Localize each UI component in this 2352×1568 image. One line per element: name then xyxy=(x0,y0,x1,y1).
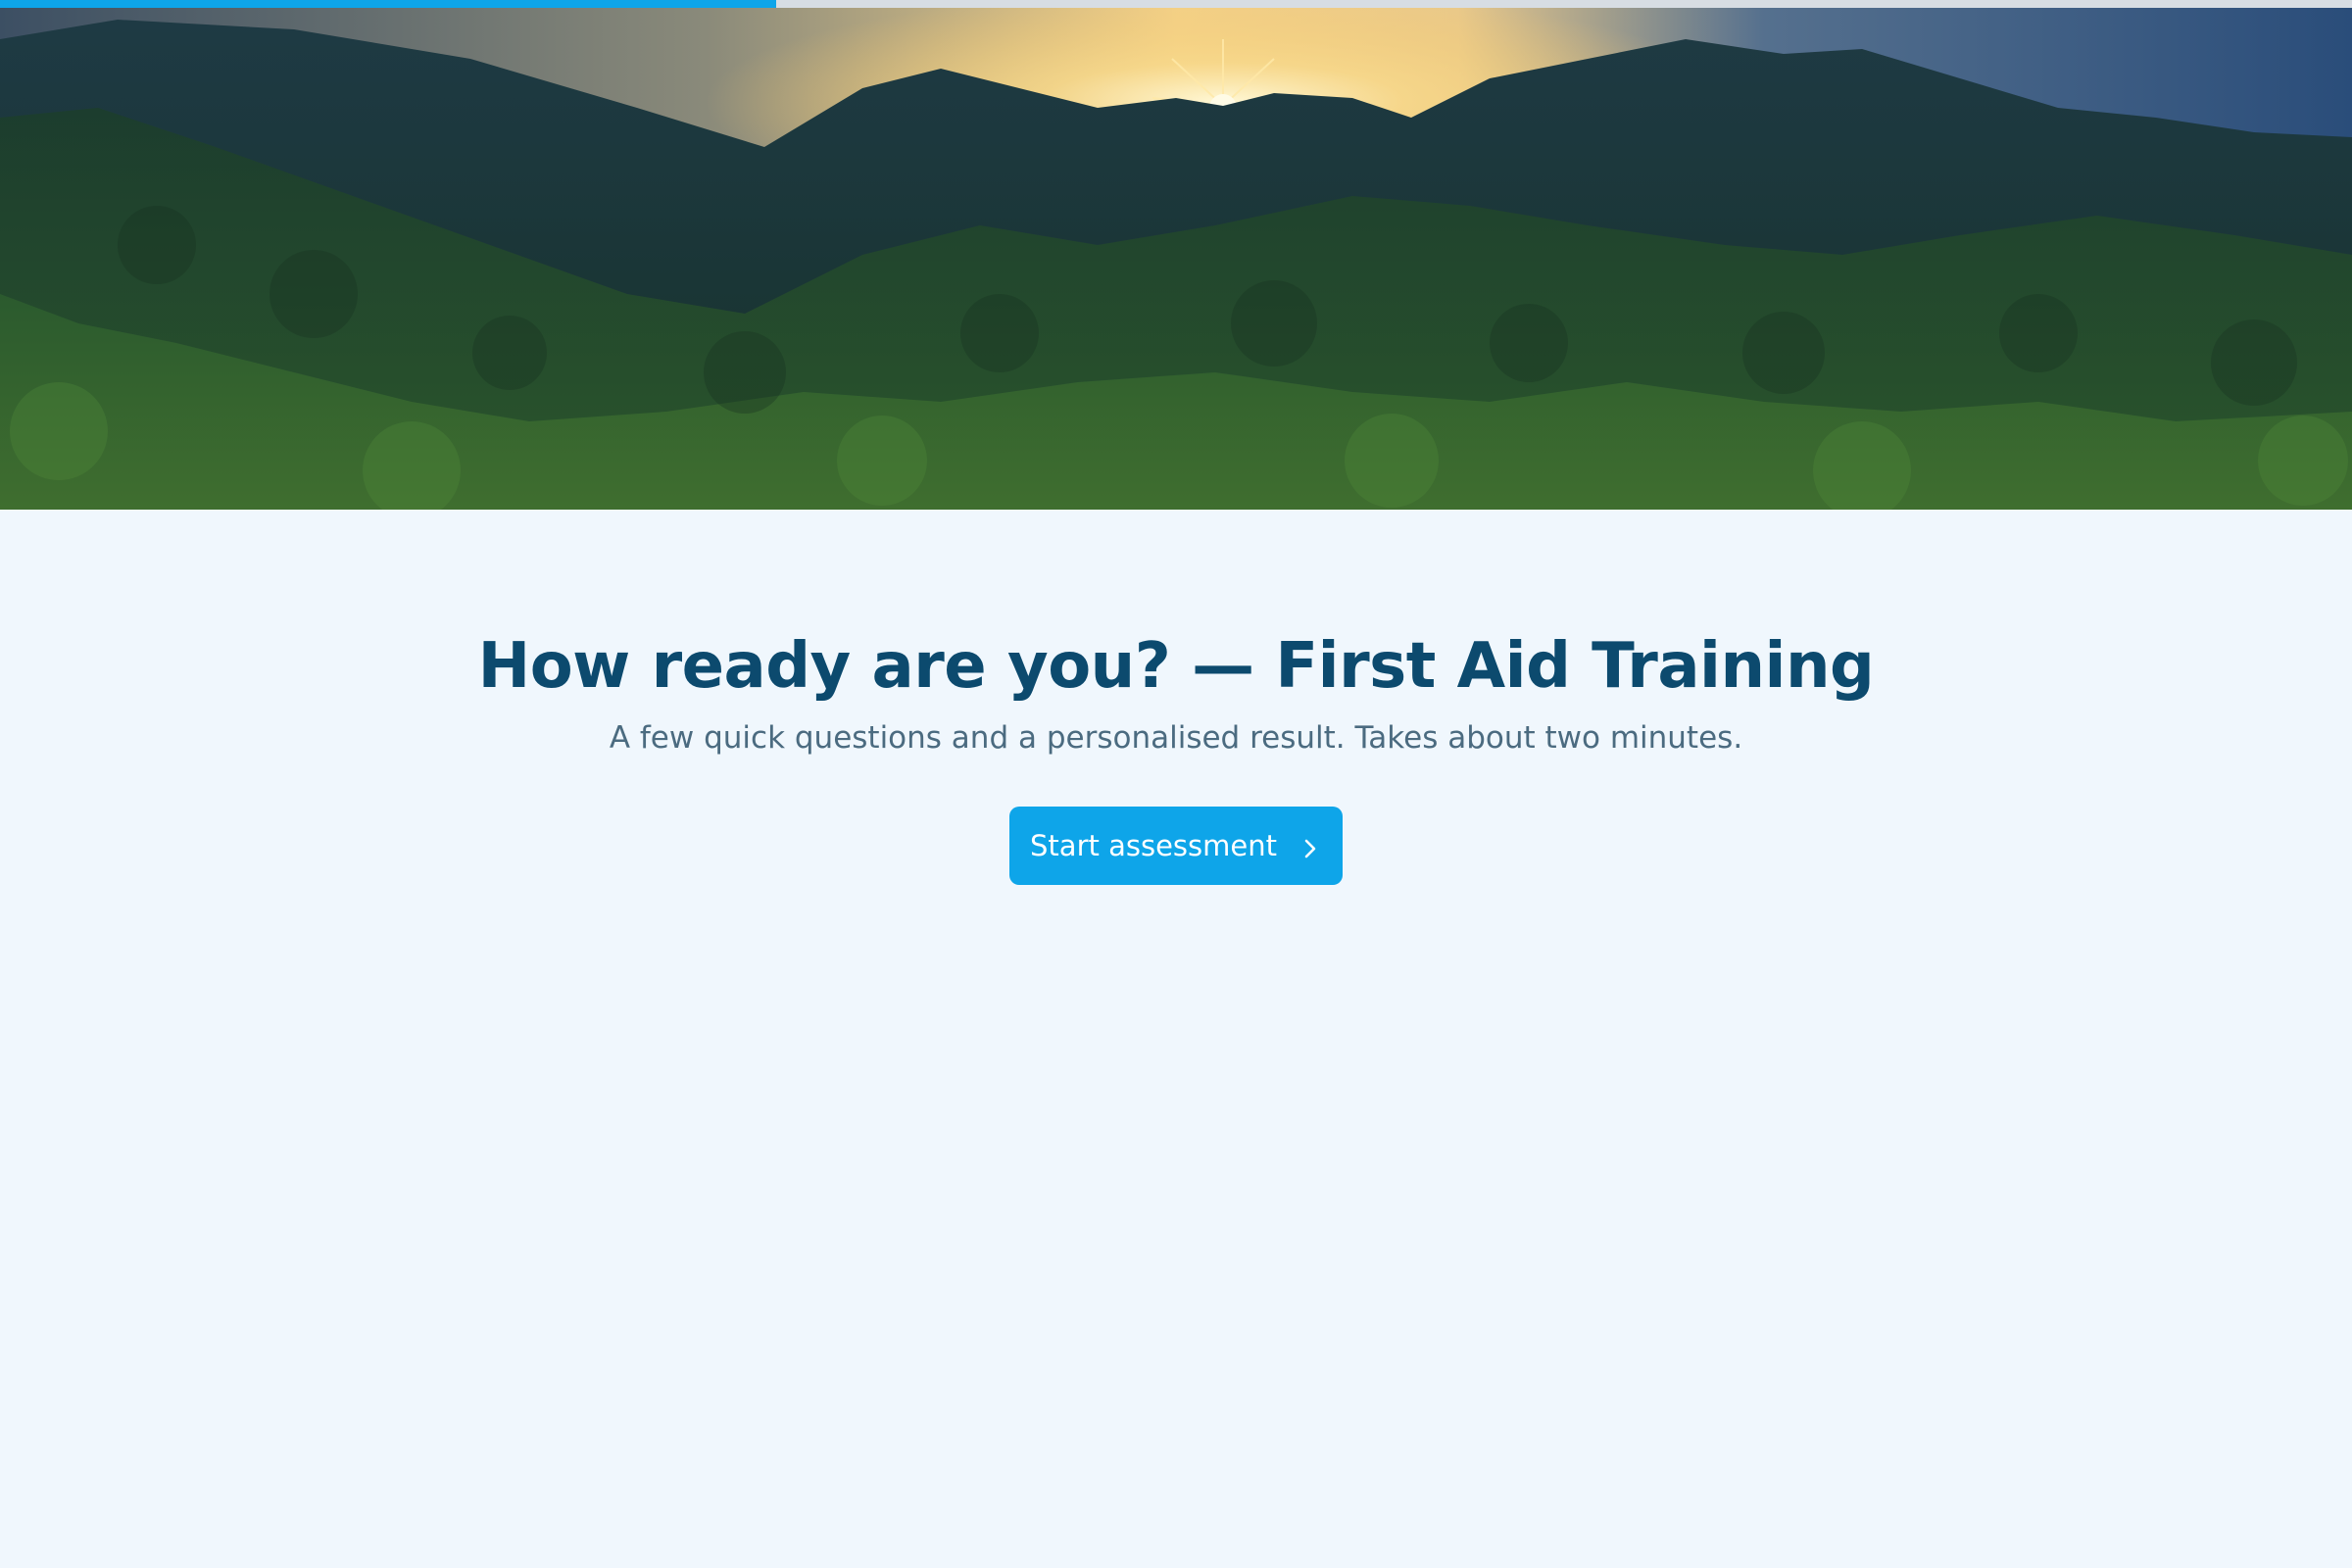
page-subtitle: A few quick questions and a personalised… xyxy=(609,719,1743,756)
chevron-right-icon xyxy=(1298,834,1322,858)
hero-landscape xyxy=(0,0,2352,510)
hero-image xyxy=(0,0,2352,510)
progress-bar xyxy=(0,0,2352,8)
start-assessment-button[interactable]: Start assessment xyxy=(1009,807,1343,886)
start-assessment-label: Start assessment xyxy=(1030,829,1277,863)
intro-panel: How ready are you? — First Aid Training … xyxy=(0,510,2352,886)
progress-fill xyxy=(0,0,776,8)
page-title: How ready are you? — First Aid Training xyxy=(477,630,1875,703)
